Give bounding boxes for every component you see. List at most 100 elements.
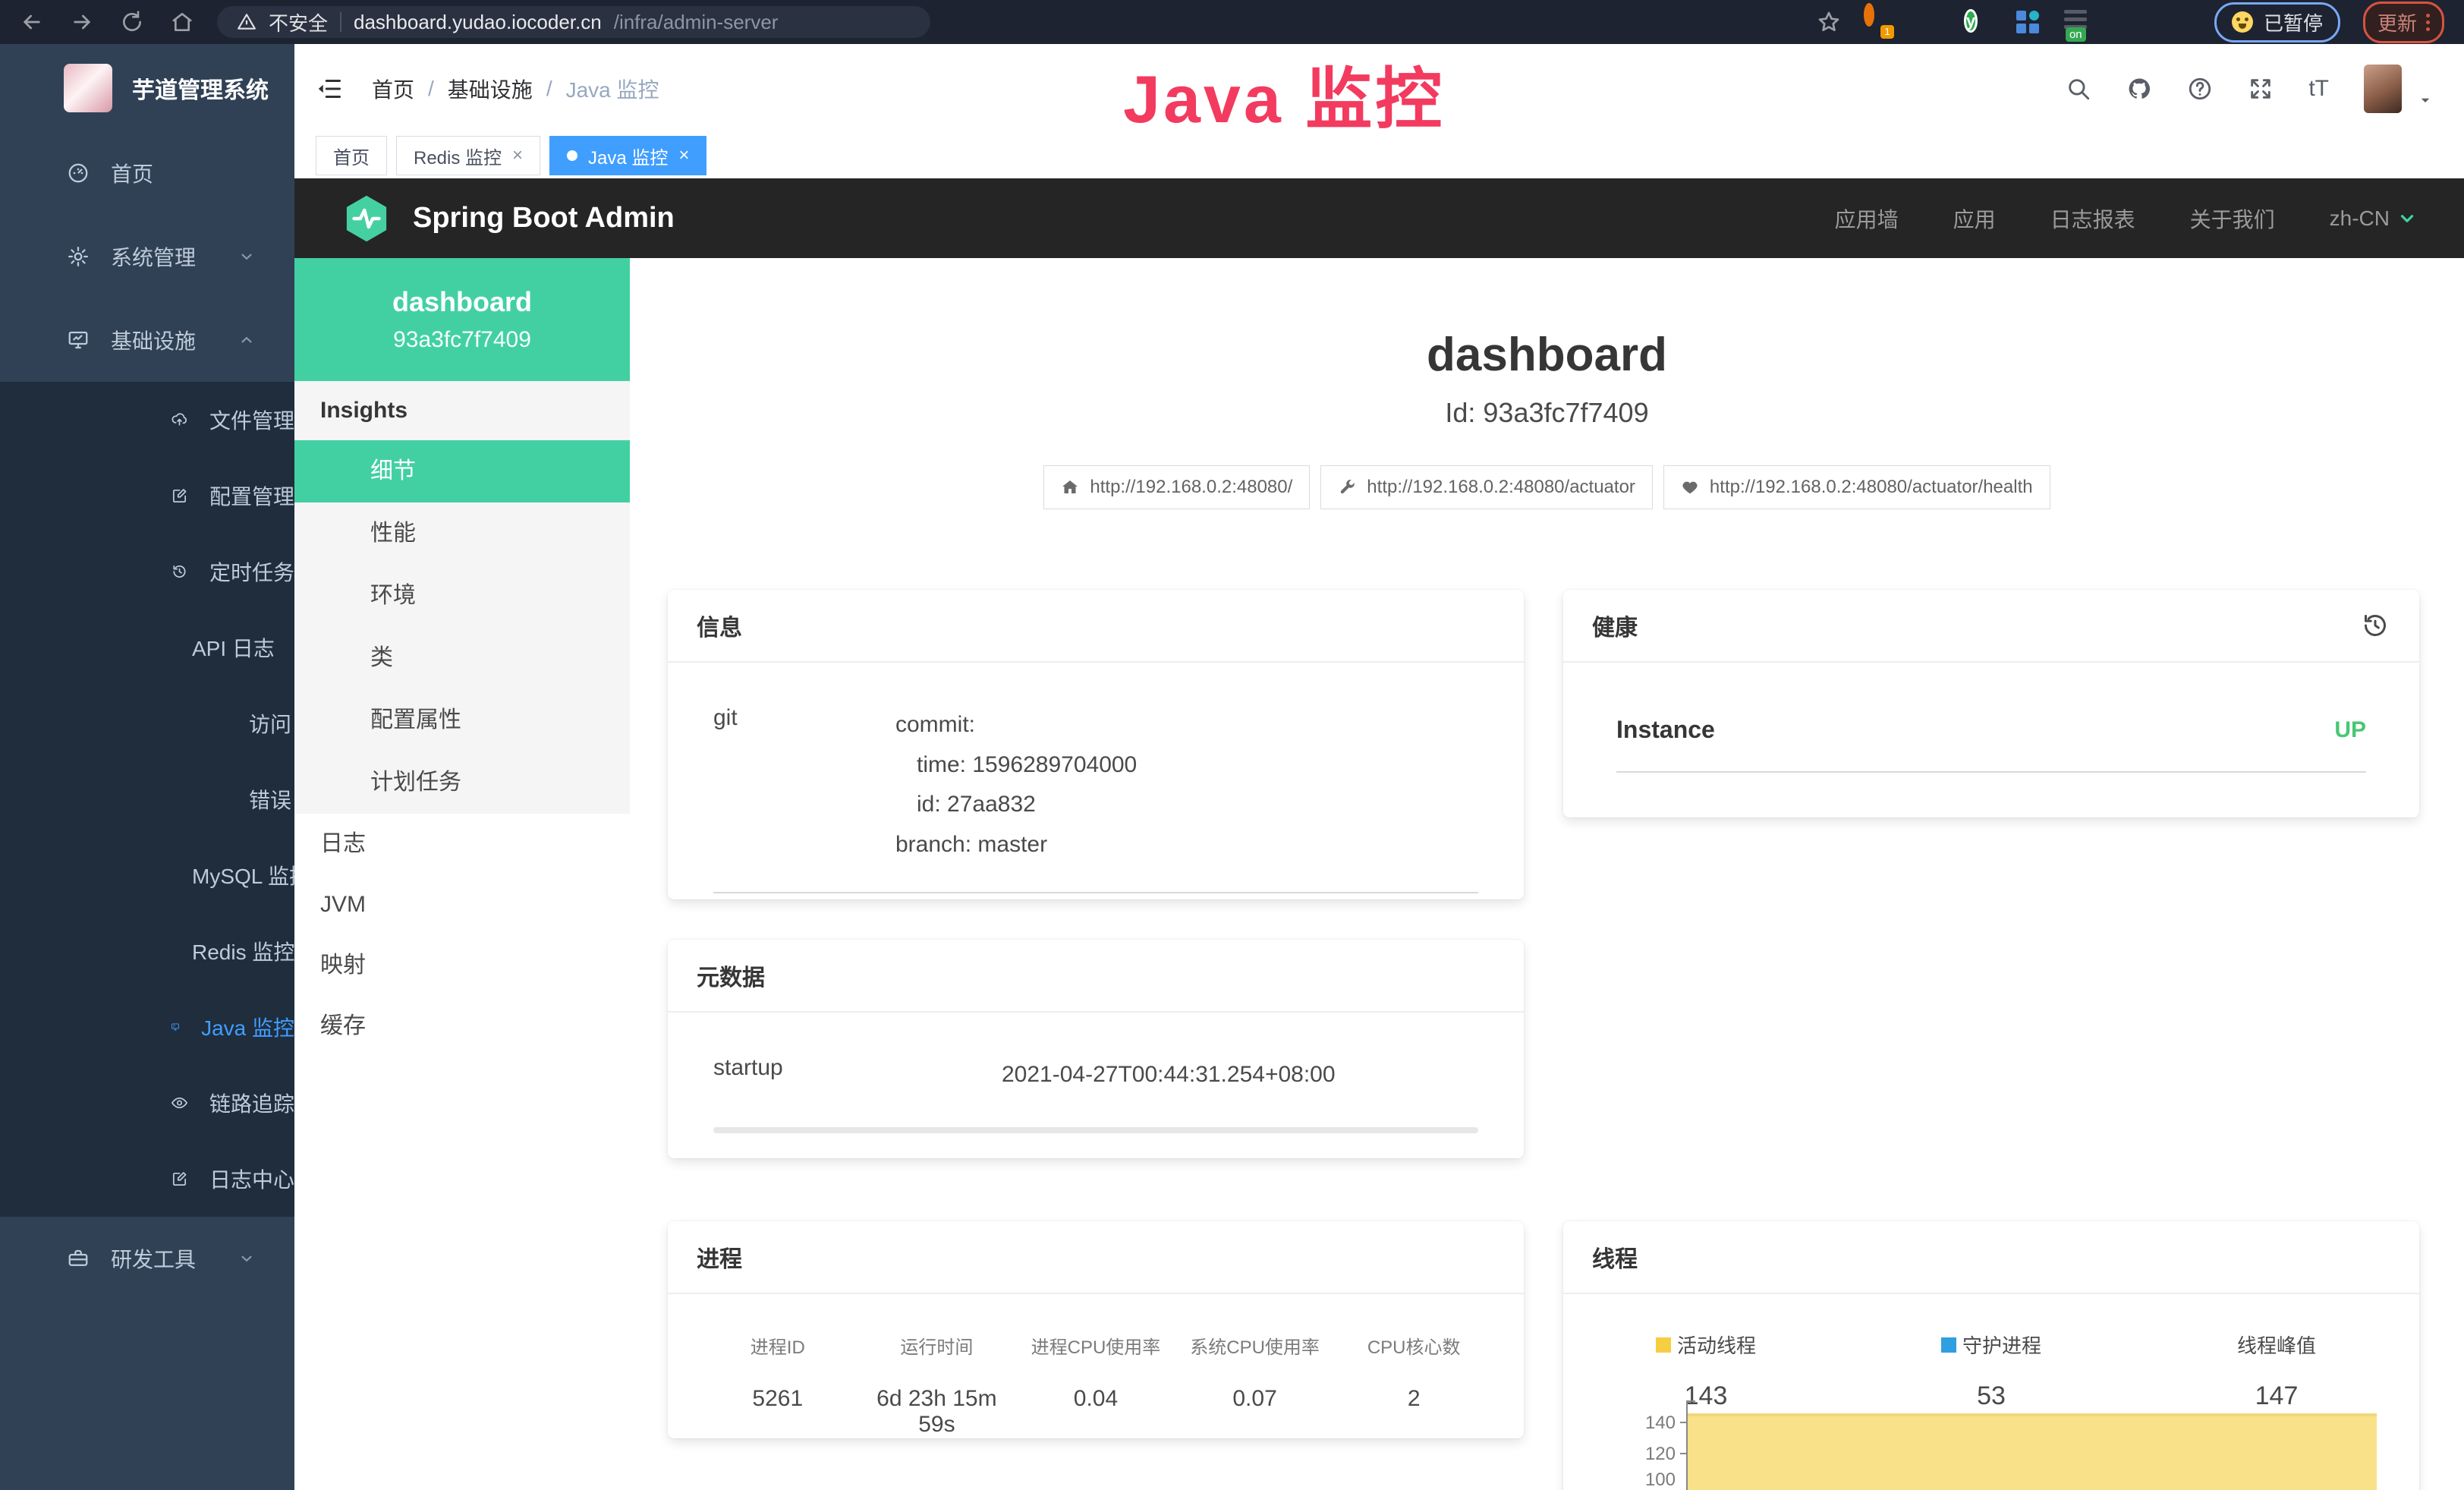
font-size-icon[interactable]: tT <box>2308 76 2329 102</box>
page: 不安全 dashboard.yudao.iocoder.cn/infra/adm… <box>0 0 2464 1490</box>
divider <box>713 892 1478 893</box>
sba-nav-environment[interactable]: 环境 <box>294 565 630 627</box>
sba-nav-details[interactable]: 细节 <box>294 440 630 502</box>
breadcrumb-infra[interactable]: 基础设施 <box>448 74 533 104</box>
extension-switch-icon[interactable]: on <box>2064 8 2091 36</box>
sba-content: dashboard Id: 93a3fc7f7409 http://192.16… <box>630 258 2464 1490</box>
extension-leaf-icon[interactable] <box>2114 8 2141 36</box>
user-avatar[interactable] <box>2364 65 2402 113</box>
column-header: 系统CPU使用率 <box>1175 1332 1335 1359</box>
sidebar-item-redis[interactable]: Redis 监控 <box>0 913 294 989</box>
app-logo-row[interactable]: 芋道管理系统 <box>0 44 294 131</box>
sidebar-fold-icon[interactable] <box>316 75 343 102</box>
tab-redis-monitor[interactable]: Redis 监控 × <box>396 136 540 175</box>
extension-youdao-icon[interactable]: y <box>1964 8 1991 36</box>
sidebar-item-label: MySQL 监控 <box>192 860 310 890</box>
update-label: 更新 <box>2377 8 2417 36</box>
sidebar-item-java-monitor[interactable]: Java 监控 <box>0 989 294 1065</box>
service-url-chip[interactable]: http://192.168.0.2:48080/ <box>1043 465 1310 509</box>
actuator-url-chip[interactable]: http://192.168.0.2:48080/actuator <box>1320 465 1653 509</box>
sidebar-item-infra[interactable]: 基础设施 <box>0 298 294 382</box>
sidebar-item-jobs[interactable]: 定时任务 <box>0 534 294 610</box>
tick-mark <box>1680 1422 1688 1423</box>
sba-menu-wallboard[interactable]: 应用墙 <box>1835 203 1899 234</box>
browser-menu-icon[interactable] <box>2426 14 2430 31</box>
sidebar-item-label: 文件管理 <box>209 405 294 435</box>
sidebar-item-system[interactable]: 系统管理 <box>0 215 294 298</box>
sba-menu-journal[interactable]: 日志报表 <box>2050 203 2135 234</box>
sba-menu-applications[interactable]: 应用 <box>1953 203 1996 234</box>
sidebar-item-log-center[interactable]: 日志中心 <box>0 1141 294 1217</box>
sba-app-block[interactable]: dashboard 93a3fc7f7409 <box>294 258 630 381</box>
fullscreen-icon[interactable] <box>2248 76 2274 102</box>
log-edit-icon <box>171 1167 188 1190</box>
app-title: 芋道管理系统 <box>132 71 269 105</box>
extension-puzzle-icon[interactable] <box>2164 8 2192 36</box>
update-button[interactable]: 更新 <box>2363 2 2444 43</box>
back-icon[interactable] <box>20 10 44 34</box>
close-icon[interactable]: × <box>678 145 689 166</box>
health-history-icon[interactable] <box>2360 610 2390 641</box>
card-title: 信息 <box>668 590 1524 663</box>
breadcrumb-current: Java 监控 <box>566 74 659 104</box>
avatar-caret-icon[interactable] <box>2418 93 2432 107</box>
address-bar[interactable]: 不安全 dashboard.yudao.iocoder.cn/infra/adm… <box>217 6 930 38</box>
help-icon[interactable] <box>2187 76 2213 102</box>
home-icon <box>1061 478 1079 496</box>
sba-language-select[interactable]: zh-CN <box>2330 206 2417 231</box>
extension-grid-icon[interactable] <box>2014 8 2041 36</box>
sba-nav-caches[interactable]: 缓存 <box>294 996 630 1057</box>
wrench-icon <box>1338 478 1356 496</box>
sidebar-item-dev-tools[interactable]: 研发工具 <box>0 1217 294 1300</box>
search-icon[interactable] <box>2066 76 2091 102</box>
cell-value: 2 <box>1334 1386 1493 1412</box>
sba-nav-metrics[interactable]: 性能 <box>294 502 630 565</box>
monitor-icon <box>171 1016 180 1038</box>
card-title: 元数据 <box>668 940 1524 1013</box>
sidebar-item-access-log[interactable]: 访问日志 <box>0 685 294 761</box>
sba-nav-logfile[interactable]: 日志 <box>294 814 630 874</box>
sidebar-item-home[interactable]: 首页 <box>0 131 294 215</box>
info-line: id: 27aa832 <box>895 785 1478 825</box>
sba-language-value: zh-CN <box>2330 206 2390 231</box>
tab-label: 首页 <box>333 143 370 169</box>
github-icon[interactable] <box>2126 76 2152 102</box>
history-icon <box>171 560 188 583</box>
breadcrumb-home[interactable]: 首页 <box>372 74 414 104</box>
paused-badge[interactable]: 已暂停 <box>2214 2 2340 43</box>
sba-nav-classes[interactable]: 类 <box>294 627 630 689</box>
extension-colorzilla-icon[interactable]: 1 <box>1864 8 1891 36</box>
tab-home[interactable]: 首页 <box>316 136 387 175</box>
sidebar-item-files[interactable]: 文件管理 <box>0 382 294 458</box>
health-url-chip[interactable]: http://192.168.0.2:48080/actuator/health <box>1663 465 2050 509</box>
extension-pin-icon[interactable] <box>1914 8 1941 36</box>
sba-nav-mappings[interactable]: 映射 <box>294 935 630 996</box>
reload-icon[interactable] <box>120 10 144 34</box>
sba-nav-configprops[interactable]: 配置属性 <box>294 689 630 751</box>
sba-nav-scheduled-tasks[interactable]: 计划任务 <box>294 751 630 814</box>
process-col-system-cpu: 系统CPU使用率 0.07 <box>1175 1332 1335 1438</box>
home-icon[interactable] <box>170 10 194 34</box>
chevron-down-icon <box>238 248 255 265</box>
url-separator <box>340 12 341 32</box>
sidebar-item-error-log[interactable]: 错误日志 <box>0 761 294 837</box>
sidebar-item-api-log[interactable]: API 日志 <box>0 610 294 685</box>
process-card: 进程 进程ID 5261 运行时间 6d 23h 15m 59s 进程CPU使用… <box>668 1221 1524 1438</box>
sidebar-item-config[interactable]: 配置管理 <box>0 458 294 534</box>
cell-value: 0.04 <box>1016 1386 1175 1412</box>
bookmark-star-icon[interactable] <box>1817 10 1841 34</box>
sidebar-item-mysql[interactable]: MySQL 监控 <box>0 837 294 913</box>
tab-java-monitor[interactable]: Java 监控 × <box>549 136 706 175</box>
sidebar-item-tracing[interactable]: 链路追踪 <box>0 1065 294 1141</box>
instance-id: Id: 93a3fc7f7409 <box>630 397 2464 429</box>
paused-label: 已暂停 <box>2264 8 2323 36</box>
sba-menu-about[interactable]: 关于我们 <box>2190 203 2275 234</box>
security-label[interactable]: 不安全 <box>269 8 328 36</box>
sba-nav-jvm[interactable]: JVM <box>294 874 630 935</box>
legend-swatch-blue <box>1941 1337 1956 1353</box>
url-host: dashboard.yudao.iocoder.cn <box>354 11 602 34</box>
close-icon[interactable]: × <box>512 145 523 166</box>
instance-title: dashboard <box>630 328 2464 382</box>
forward-icon[interactable] <box>70 10 94 34</box>
column-header: 进程CPU使用率 <box>1016 1332 1175 1359</box>
